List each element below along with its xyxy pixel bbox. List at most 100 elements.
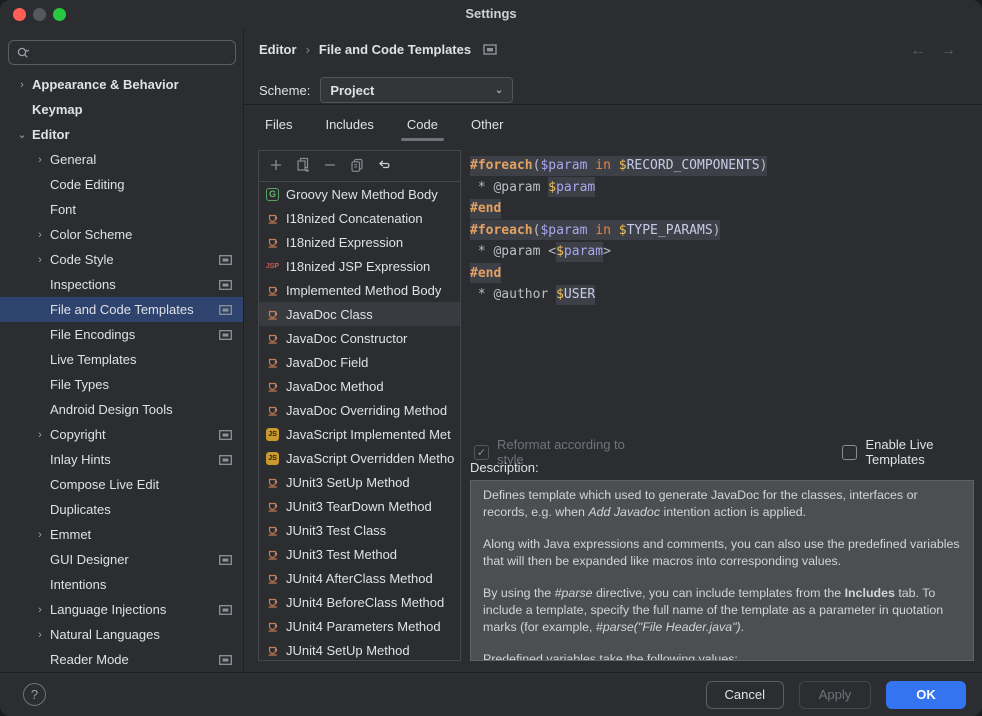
titlebar: Settings <box>0 0 982 28</box>
sidebar-item-code-style[interactable]: ›Code Style <box>0 247 243 272</box>
tab-bar: Files Includes Code Other <box>263 105 505 143</box>
template-editor[interactable]: #foreach($param in $RECORD_COMPONENTS) *… <box>462 155 974 433</box>
apply-button[interactable]: Apply <box>799 681 871 709</box>
sidebar-item-label: Reader Mode <box>50 652 129 667</box>
template-list-item[interactable]: JavaDoc Constructor <box>259 326 460 350</box>
modified-settings-icon <box>219 330 232 340</box>
modified-settings-icon <box>219 280 232 290</box>
template-list-item[interactable]: JSJavaScript Implemented Met <box>259 422 460 446</box>
cancel-button[interactable]: Cancel <box>706 681 784 709</box>
remove-button[interactable] <box>322 158 338 174</box>
template-list-item[interactable]: JUnit3 SetUp Method <box>259 470 460 494</box>
add-button[interactable] <box>268 158 284 174</box>
sidebar-item-label: Font <box>50 202 76 217</box>
template-list-item[interactable]: Implemented Method Body <box>259 278 460 302</box>
duplicate-button[interactable] <box>295 158 311 174</box>
code-line: * @param <$param> <box>462 241 974 263</box>
sidebar-item-intentions[interactable]: Intentions <box>0 572 243 597</box>
chevron-right-icon[interactable]: › <box>30 629 50 641</box>
settings-window: Settings ›Appearance & BehaviorKeymap⌄Ed… <box>0 0 982 716</box>
sidebar-item-compose-live-edit[interactable]: Compose Live Edit <box>0 472 243 497</box>
sidebar-item-color-scheme[interactable]: ›Color Scheme <box>0 222 243 247</box>
sidebar-item-file-and-code-templates[interactable]: File and Code Templates <box>0 297 243 322</box>
template-list-item[interactable]: JavaDoc Overriding Method <box>259 398 460 422</box>
template-name: JavaDoc Class <box>286 307 373 322</box>
sidebar-item-language-injections[interactable]: ›Language Injections <box>0 597 243 622</box>
copy-button[interactable] <box>349 158 365 174</box>
sidebar-item-inlay-hints[interactable]: Inlay Hints <box>0 447 243 472</box>
tab-files[interactable]: Files <box>263 105 294 143</box>
sidebar-item-general[interactable]: ›General <box>0 147 243 172</box>
template-list-item[interactable]: JUnit3 Test Method <box>259 542 460 566</box>
sidebar-item-reader-mode[interactable]: Reader Mode <box>0 647 243 672</box>
java-template-icon <box>265 547 280 562</box>
template-list-item[interactable]: JavaDoc Class <box>259 302 460 326</box>
breadcrumb-editor[interactable]: Editor <box>259 42 297 57</box>
chevron-right-icon[interactable]: › <box>30 229 50 241</box>
template-list-item[interactable]: I18nized Expression <box>259 230 460 254</box>
tab-includes[interactable]: Includes <box>323 105 375 143</box>
template-name: JUnit3 TearDown Method <box>286 499 432 514</box>
template-list-item[interactable]: JUnit4 BeforeClass Method <box>259 590 460 614</box>
java-template-icon <box>265 211 280 226</box>
template-list-item[interactable]: JUnit4 Parameters Method <box>259 614 460 638</box>
java-template-icon <box>265 619 280 634</box>
ok-button[interactable]: OK <box>886 681 966 709</box>
sidebar-item-file-types[interactable]: File Types <box>0 372 243 397</box>
sidebar-item-editor[interactable]: ⌄Editor <box>0 122 243 147</box>
reset-button[interactable] <box>376 158 392 174</box>
sidebar-item-emmet[interactable]: ›Emmet <box>0 522 243 547</box>
sidebar-item-natural-languages[interactable]: ›Natural Languages <box>0 622 243 647</box>
chevron-down-icon[interactable]: ⌄ <box>12 128 32 141</box>
chevron-right-icon[interactable]: › <box>30 604 50 616</box>
sidebar-item-gui-designer[interactable]: GUI Designer <box>0 547 243 572</box>
forward-button[interactable]: → <box>940 42 956 60</box>
sidebar-item-keymap[interactable]: Keymap <box>0 97 243 122</box>
sidebar-item-font[interactable]: Font <box>0 197 243 222</box>
chevron-right-icon[interactable]: › <box>30 254 50 266</box>
search-input[interactable] <box>8 40 236 65</box>
template-name: JUnit4 AfterClass Method <box>286 571 433 586</box>
list-toolbar <box>259 151 460 182</box>
chevron-right-icon[interactable]: › <box>30 529 50 541</box>
sidebar-item-live-templates[interactable]: Live Templates <box>0 347 243 372</box>
template-list-item[interactable]: JUnit3 TearDown Method <box>259 494 460 518</box>
template-list-item[interactable]: JSPI18nized JSP Expression <box>259 254 460 278</box>
template-list-item[interactable]: JUnit4 SetUp Method <box>259 638 460 661</box>
sidebar-item-inspections[interactable]: Inspections <box>0 272 243 297</box>
template-list-item[interactable]: JUnit4 AfterClass Method <box>259 566 460 590</box>
sidebar-item-duplicates[interactable]: Duplicates <box>0 497 243 522</box>
tab-code[interactable]: Code <box>405 105 440 143</box>
description-panel[interactable]: Defines template which used to generate … <box>470 480 974 661</box>
back-button[interactable]: ← <box>910 42 926 60</box>
description-paragraph: Defines template which used to generate … <box>483 487 961 521</box>
template-list-item[interactable]: GGroovy New Method Body <box>259 182 460 206</box>
template-list-item[interactable]: JavaDoc Method <box>259 374 460 398</box>
template-name: JUnit4 SetUp Method <box>286 643 410 658</box>
template-list-item[interactable]: JUnit3 Test Class <box>259 518 460 542</box>
sidebar-item-appearance-behavior[interactable]: ›Appearance & Behavior <box>0 72 243 97</box>
template-list-item[interactable]: JavaDoc Field <box>259 350 460 374</box>
add-icon <box>269 158 283 175</box>
template-list-item[interactable]: I18nized Concatenation <box>259 206 460 230</box>
sidebar-item-file-encodings[interactable]: File Encodings <box>0 322 243 347</box>
chevron-right-icon[interactable]: › <box>30 429 50 441</box>
scheme-dropdown[interactable]: Project ⌄ <box>320 77 513 103</box>
template-name: JavaDoc Field <box>286 355 368 370</box>
tab-other[interactable]: Other <box>469 105 506 143</box>
scheme-value: Project <box>330 83 374 98</box>
chevron-right-icon[interactable]: › <box>30 154 50 166</box>
sidebar-item-code-editing[interactable]: Code Editing <box>0 172 243 197</box>
reformat-checkbox[interactable]: ✓ <box>474 445 489 460</box>
sidebar-item-label: Code Editing <box>50 177 124 192</box>
template-list-item[interactable]: JSJavaScript Overridden Metho <box>259 446 460 470</box>
java-template-icon <box>265 379 280 394</box>
template-name: I18nized Concatenation <box>286 211 423 226</box>
code-line: #foreach($param in $TYPE_PARAMS) <box>462 220 974 242</box>
sidebar-item-android-design-tools[interactable]: Android Design Tools <box>0 397 243 422</box>
sidebar-item-copyright[interactable]: ›Copyright <box>0 422 243 447</box>
chevron-right-icon[interactable]: › <box>12 79 32 91</box>
groovy-icon: G <box>265 187 280 202</box>
enable-live-templates-checkbox[interactable] <box>842 445 857 460</box>
help-button[interactable]: ? <box>23 683 46 706</box>
